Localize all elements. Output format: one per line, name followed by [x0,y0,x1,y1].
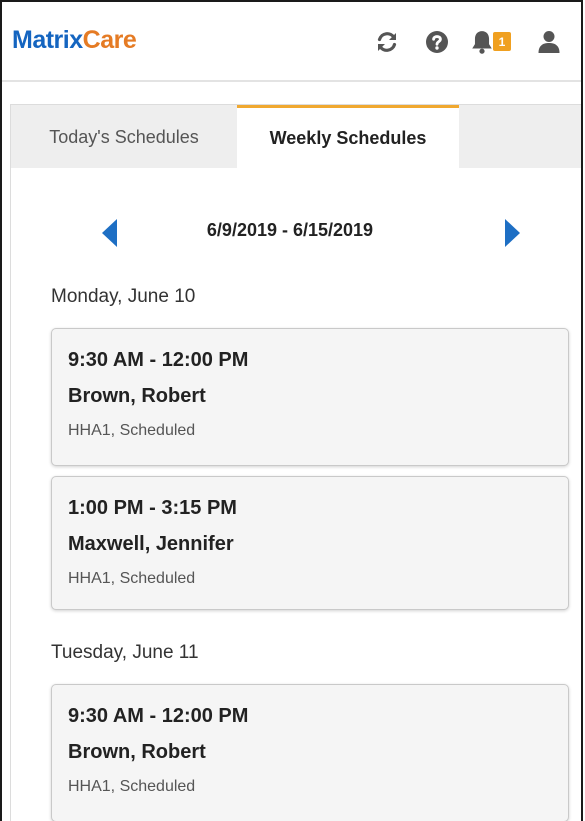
day-heading: Monday, June 10 [51,286,196,307]
help-icon[interactable] [417,24,457,60]
header-toolbar: 1 [357,24,569,60]
visit-client-name: Maxwell, Jennifer [68,533,234,555]
visit-status: HHA1, Scheduled [68,422,196,439]
visit-card[interactable]: 1:00 PM - 3:15 PM Maxwell, Jennifer HHA1… [51,476,569,610]
tab-todays-schedules[interactable]: Today's Schedules [11,105,237,169]
next-week-button[interactable] [497,216,527,250]
visit-status: HHA1, Scheduled [68,778,196,795]
visit-time: 9:30 AM - 12:00 PM [68,705,249,727]
visit-time: 9:30 AM - 12:00 PM [68,349,249,371]
visit-client-name: Brown, Robert [68,385,206,407]
day-heading: Tuesday, June 11 [51,642,199,663]
app-frame: MatrixCare 1 Today's Schedules Weekly Sc… [0,0,583,821]
header-spacer [2,82,581,104]
logo-care-text: Care [82,26,137,54]
chevron-right-icon [505,219,520,247]
refresh-icon[interactable] [367,24,407,60]
visit-status: HHA1, Scheduled [68,570,196,587]
notification-count-badge: 1 [493,32,511,51]
visit-card[interactable]: 9:30 AM - 12:00 PM Brown, Robert HHA1, S… [51,328,569,466]
visit-client-name: Brown, Robert [68,741,206,763]
logo-matrix-text: Matrix [12,26,83,54]
app-header: MatrixCare 1 [2,2,581,82]
weekly-schedule-panel: 6/9/2019 - 6/15/2019 Monday, June 10 9:3… [10,168,581,821]
notifications-button[interactable]: 1 [467,24,519,60]
week-navigator: 6/9/2019 - 6/15/2019 [11,212,581,252]
week-range-label: 6/9/2019 - 6/15/2019 [206,220,374,240]
schedule-tabs: Today's Schedules Weekly Schedules [10,104,581,169]
visit-time: 1:00 PM - 3:15 PM [68,497,237,519]
user-icon[interactable] [529,24,569,60]
matrixcare-logo: MatrixCare [12,26,137,55]
tab-weekly-schedules[interactable]: Weekly Schedules [237,105,459,169]
visit-card[interactable]: 9:30 AM - 12:00 PM Brown, Robert HHA1, S… [51,684,569,821]
bell-icon [472,31,492,54]
